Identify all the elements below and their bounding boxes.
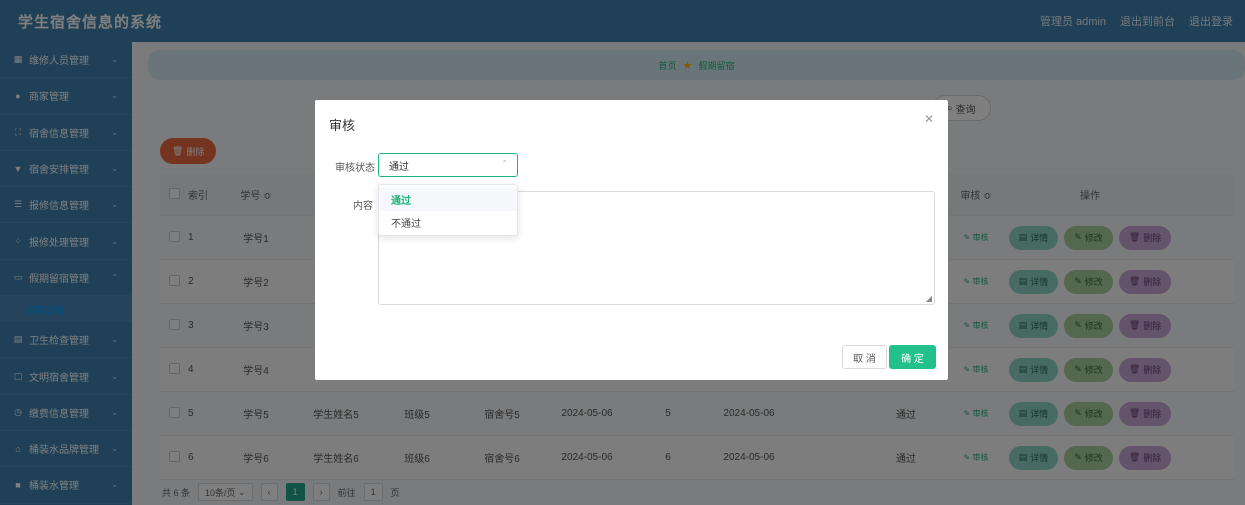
- content-label: 内容: [353, 201, 373, 212]
- option-pass[interactable]: 通过: [379, 188, 517, 211]
- cancel-button[interactable]: 取 消: [842, 345, 887, 369]
- status-dropdown: 通过 不通过: [378, 184, 518, 236]
- status-label: 审核状态: [335, 163, 375, 174]
- dialog-title: 审核: [329, 118, 356, 133]
- confirm-button[interactable]: 确 定: [889, 345, 936, 369]
- option-fail[interactable]: 不通过: [379, 211, 517, 234]
- chevron-up-icon: ⌃: [501, 159, 508, 168]
- status-select[interactable]: 通过 ⌃: [378, 153, 518, 177]
- audit-dialog: 审核 ✕ 审核状态 通过 ⌃ 内容 ◢ 取 消 确 定: [315, 100, 948, 380]
- close-icon[interactable]: ✕: [924, 112, 934, 126]
- resize-grip-icon[interactable]: ◢: [926, 294, 932, 303]
